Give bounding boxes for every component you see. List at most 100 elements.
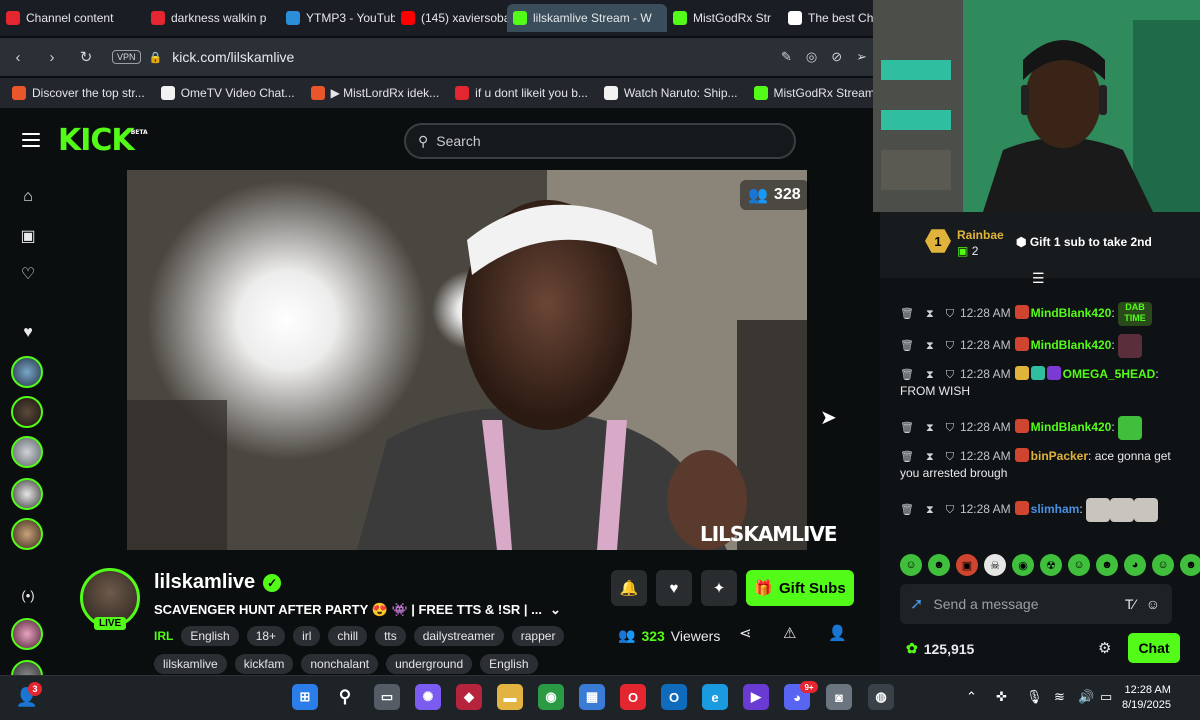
copilot-icon[interactable]: ✺ (415, 684, 441, 710)
shield-icon[interactable]: ⛉ (946, 338, 954, 354)
stream-tag[interactable]: rapper (511, 626, 565, 646)
browse-icon[interactable]: ▣ (18, 226, 38, 246)
shield-icon[interactable]: ⛉ (946, 306, 954, 322)
stream-tag[interactable]: tts (375, 626, 406, 646)
chat-username[interactable]: binPacker (1031, 449, 1088, 463)
kick-logo[interactable]: KICK BETA (58, 123, 148, 158)
delete-icon[interactable]: 🗑 (900, 367, 914, 383)
opera-icon[interactable]: O (620, 684, 646, 710)
quick-emote-icon[interactable]: ☺ (1068, 554, 1090, 576)
channel-name[interactable]: lilskamlive (154, 571, 255, 594)
search-input[interactable]: ⚲ Search (404, 123, 796, 159)
heart-icon[interactable]: ♥ (18, 324, 38, 342)
chat-message-input[interactable]: ➚ Send a message T⁄ ☺ (900, 584, 1172, 624)
bookmark-item[interactable]: Discover the top str... (12, 86, 145, 100)
edge-icon[interactable]: e (702, 684, 728, 710)
url-field[interactable]: kick.com/lilskamlive (172, 49, 294, 65)
followed-channel-avatar[interactable] (11, 436, 43, 468)
following-icon[interactable]: ♡ (18, 264, 38, 284)
browser-tab[interactable]: lilskamlive Stream - W (507, 4, 667, 32)
quick-emote-icon[interactable]: ☠ (984, 554, 1006, 576)
timeout-icon[interactable]: ⧗ (926, 367, 934, 383)
quick-emote-icon[interactable]: ◕ (1124, 554, 1146, 576)
camera-icon[interactable]: ◎ (806, 49, 817, 65)
wifi-icon[interactable]: ≋ (1054, 689, 1065, 705)
shield-icon[interactable]: ⛉ (946, 502, 954, 518)
volume-icon[interactable]: 🔊 (1078, 689, 1094, 705)
quick-emote-icon[interactable]: ◉ (1012, 554, 1034, 576)
stream-tag[interactable]: chill (328, 626, 368, 646)
start-icon[interactable]: ⊞ (292, 684, 318, 710)
browser-tab[interactable]: YTMP3 - YouTube (280, 4, 395, 32)
stream-tag[interactable]: kickfam (234, 654, 294, 674)
timeout-icon[interactable]: ⧗ (926, 502, 934, 518)
recommended-icon[interactable]: (•) (18, 588, 38, 603)
camera-icon[interactable]: ◙ (826, 684, 852, 710)
browser-tab[interactable]: Channel content (0, 4, 145, 32)
shield-icon[interactable]: ⛉ (946, 367, 954, 383)
home-icon[interactable]: ⌂ (18, 188, 38, 206)
stream-tag[interactable]: English (181, 626, 239, 646)
chat-send-button[interactable]: Chat (1128, 633, 1180, 663)
battery-icon[interactable]: ▭ (1100, 689, 1112, 705)
quick-emote-icon[interactable]: ▣ (956, 554, 978, 576)
tray-app-icon[interactable]: ✜ (996, 689, 1007, 705)
shield-icon[interactable]: ⊘ (831, 49, 842, 65)
chat-username[interactable]: MindBlank420 (1031, 338, 1112, 352)
clip-button[interactable]: ✦ (701, 570, 737, 606)
followed-channel-avatar[interactable] (11, 478, 43, 510)
shield-icon[interactable]: ⛉ (946, 449, 954, 465)
timeout-icon[interactable]: ⧗ (926, 338, 934, 354)
send-icon[interactable]: ➢ (856, 49, 867, 65)
vpn-badge[interactable]: VPN (112, 50, 141, 64)
store-icon[interactable]: ▦ (579, 684, 605, 710)
chat-username[interactable]: OMEGA_5HEAD (1063, 367, 1156, 381)
kick-emote-icon[interactable]: ➚ (910, 594, 923, 614)
microphone-icon[interactable]: 🎙 (1026, 689, 1043, 705)
quick-emote-icon[interactable]: ☻ (928, 554, 950, 576)
gift-subs-button[interactable]: 🎁 Gift Subs (746, 570, 854, 606)
quick-emote-icon[interactable]: ☺ (1152, 554, 1174, 576)
forward-icon[interactable]: › (44, 49, 60, 66)
followed-channel-avatar[interactable] (11, 518, 43, 550)
quick-emote-icon[interactable]: ☺ (900, 554, 922, 576)
timeout-icon[interactable]: ⧗ (926, 306, 934, 322)
quick-emote-icon[interactable]: ☢ (1040, 554, 1062, 576)
follow-button[interactable]: ♥ (656, 570, 692, 606)
browser-tab[interactable]: The best ChatB (782, 4, 877, 32)
stream-tag[interactable]: dailystreamer (413, 626, 504, 646)
pinned-expand-icon[interactable]: ☰ (1032, 270, 1045, 287)
delete-icon[interactable]: 🗑 (900, 502, 914, 518)
tray-expand-icon[interactable]: ⌃ (966, 689, 977, 705)
browser-tab[interactable]: (145) xaviersobas (395, 4, 507, 32)
file-explorer-icon[interactable]: ▬ (497, 684, 523, 710)
leader-name[interactable]: Rainbae (957, 228, 1004, 242)
video-player[interactable] (127, 170, 807, 550)
delete-icon[interactable]: 🗑 (900, 420, 914, 436)
quick-emote-icon[interactable]: ☻ (1096, 554, 1118, 576)
stream-tag[interactable]: irl (293, 626, 321, 646)
timeout-icon[interactable]: ⧗ (926, 420, 934, 436)
stream-tag[interactable]: English (480, 654, 538, 674)
stream-tag[interactable]: nonchalant (301, 654, 379, 674)
outlook-icon[interactable]: O (661, 684, 687, 710)
followed-channel-avatar[interactable] (11, 396, 43, 428)
stream-tag[interactable]: lilskamlive (154, 654, 227, 674)
back-icon[interactable]: ‹ (10, 49, 26, 66)
delete-icon[interactable]: 🗑 (900, 449, 914, 465)
bookmark-item[interactable]: OmeTV Video Chat... (160, 86, 295, 100)
reload-icon[interactable]: ↻ (78, 48, 94, 66)
chat-username[interactable]: MindBlank420 (1031, 306, 1112, 320)
timeout-icon[interactable]: ⧗ (926, 449, 934, 465)
edit-icon[interactable]: ✎ (781, 49, 792, 65)
category-link[interactable]: IRL (154, 629, 173, 643)
text-format-icon[interactable]: T⁄ (1125, 596, 1136, 612)
share-icon[interactable]: ⋖ (739, 624, 752, 642)
system-clock[interactable]: 12:28 AM 8/19/2025 (1122, 683, 1171, 713)
chrome-icon[interactable]: ◉ (538, 684, 564, 710)
report-icon[interactable]: ⚠ (783, 624, 796, 642)
gift-prompt[interactable]: ⬢ Gift 1 sub to take 2nd (1016, 235, 1152, 249)
obs-icon[interactable]: ◍ (868, 684, 894, 710)
bookmark-item[interactable]: if u dont likeit you b... (455, 86, 588, 100)
chat-username[interactable]: MindBlank420 (1031, 420, 1112, 434)
